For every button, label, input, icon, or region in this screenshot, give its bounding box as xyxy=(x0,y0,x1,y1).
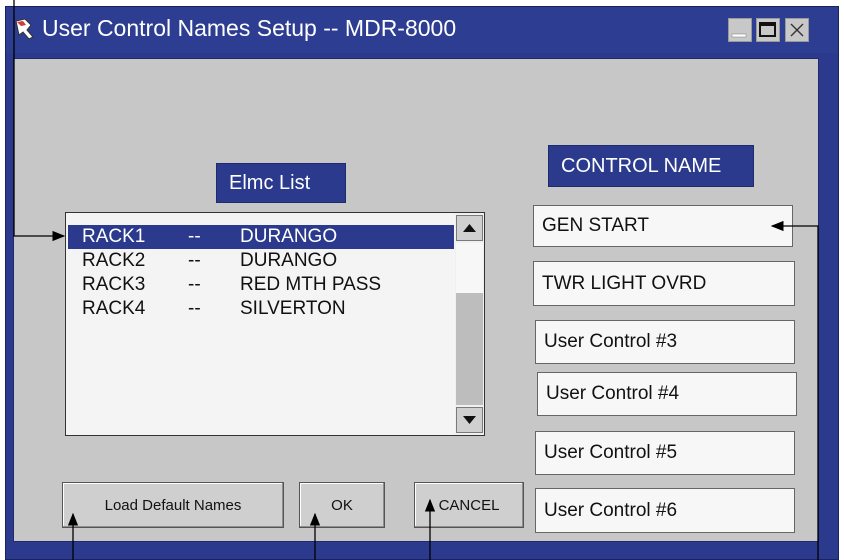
control-name-field-1[interactable]: GEN START xyxy=(533,205,793,247)
app-icon xyxy=(15,18,34,40)
elmc-list-rows: RACK1 -- DURANGO RACK2 -- DURANGO RACK3 … xyxy=(66,213,454,435)
control-name-field-2[interactable]: TWR LIGHT OVRD xyxy=(533,261,795,306)
list-item-separator: -- xyxy=(188,250,201,271)
list-item-site: DURANGO xyxy=(240,226,338,247)
list-item-rack: RACK2 xyxy=(82,250,146,271)
list-item-rack: RACK4 xyxy=(82,298,146,319)
control-name-label: CONTROL NAME xyxy=(548,145,754,187)
scroll-down-button[interactable] xyxy=(456,407,483,433)
scroll-up-button[interactable] xyxy=(456,215,483,241)
list-item-site: RED MTH PASS xyxy=(240,274,382,295)
list-item-site: DURANGO xyxy=(240,250,338,271)
control-name-field-4[interactable]: User Control #4 xyxy=(537,372,797,416)
list-item-rack1[interactable]: RACK1 -- DURANGO xyxy=(68,225,454,249)
list-item-separator: -- xyxy=(188,226,201,247)
elmc-list-label: Elmc List xyxy=(216,163,346,203)
close-button[interactable] xyxy=(785,18,809,42)
minimize-button[interactable] xyxy=(728,18,752,42)
list-item-site: SILVERTON xyxy=(240,298,346,319)
close-icon xyxy=(790,23,804,37)
list-item-rack: RACK1 xyxy=(82,226,146,247)
control-name-field-3[interactable]: User Control #3 xyxy=(535,320,795,364)
cancel-button[interactable]: CANCEL xyxy=(414,482,524,528)
scroll-up-arrow-icon xyxy=(463,224,476,232)
ok-button[interactable]: OK xyxy=(299,482,385,528)
scroll-down-arrow-icon xyxy=(463,416,476,424)
load-default-names-button[interactable]: Load Default Names xyxy=(62,482,284,528)
list-item-rack4[interactable]: RACK4 -- SILVERTON xyxy=(68,297,454,321)
maximize-button[interactable] xyxy=(756,18,780,42)
control-name-field-6[interactable]: User Control #6 xyxy=(535,488,795,533)
scroll-track[interactable] xyxy=(456,293,483,405)
control-name-field-5[interactable]: User Control #5 xyxy=(535,431,795,475)
title-bar[interactable]: User Control Names Setup -- MDR-8000 xyxy=(6,7,838,53)
list-scrollbar[interactable] xyxy=(455,213,484,435)
list-item-separator: -- xyxy=(188,274,201,295)
list-item-rack: RACK3 xyxy=(82,274,146,295)
list-item-rack3[interactable]: RACK3 -- RED MTH PASS xyxy=(68,273,454,297)
maximize-icon xyxy=(759,22,776,37)
minimize-icon xyxy=(731,33,747,38)
window-title: User Control Names Setup -- MDR-8000 xyxy=(42,15,457,41)
scroll-thumb[interactable] xyxy=(456,243,483,293)
list-item-rack2[interactable]: RACK2 -- DURANGO xyxy=(68,249,454,273)
elmc-listbox[interactable]: RACK1 -- DURANGO RACK2 -- DURANGO RACK3 … xyxy=(65,212,485,436)
list-item-separator: -- xyxy=(188,298,201,319)
